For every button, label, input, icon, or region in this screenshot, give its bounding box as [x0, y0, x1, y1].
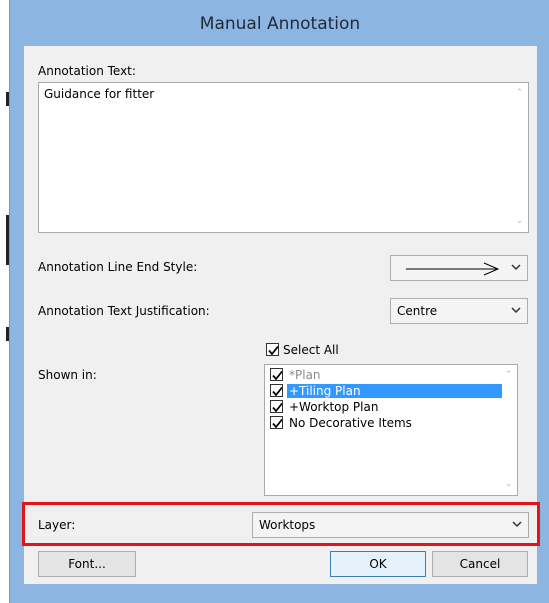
layer-dropdown[interactable]: Worktops	[252, 512, 529, 538]
annotation-text-label: Annotation Text:	[38, 64, 136, 78]
list-item[interactable]: +Worktop Plan	[267, 399, 502, 415]
textarea-scrollbar[interactable]: ⌃ ⌄	[511, 83, 528, 232]
list-item-label: +Tiling Plan	[287, 384, 502, 398]
list-item-label: *Plan	[289, 368, 321, 382]
chevron-down-icon	[511, 264, 521, 271]
list-scrollbar[interactable]: ⌃ ⌄	[500, 365, 517, 495]
checkmark-icon	[268, 345, 279, 356]
list-item[interactable]: *Plan	[267, 367, 502, 383]
chevron-down-icon	[512, 521, 522, 528]
background-strip	[0, 0, 9, 603]
scroll-down-icon[interactable]: ⌄	[504, 480, 513, 489]
text-justification-dropdown[interactable]: Centre	[390, 298, 528, 324]
checkmark-icon	[272, 418, 283, 429]
shown-in-label: Shown in:	[38, 368, 97, 382]
select-all-checkbox[interactable]	[266, 343, 279, 356]
window-title: Manual Annotation	[199, 14, 361, 34]
line-end-style-label: Annotation Line End Style:	[38, 260, 198, 274]
annotation-text-value: Guidance for fitter	[44, 87, 155, 101]
text-justification-label: Annotation Text Justification:	[38, 304, 210, 318]
scroll-up-icon[interactable]: ⌃	[515, 89, 524, 98]
checkmark-icon	[272, 370, 283, 381]
list-item-checkbox[interactable]	[270, 384, 283, 397]
checkmark-icon	[272, 402, 283, 413]
checkmark-icon	[272, 386, 283, 397]
line-end-style-dropdown[interactable]	[390, 255, 528, 281]
list-item-label: +Worktop Plan	[289, 400, 379, 414]
list-item-label: No Decorative Items	[289, 416, 412, 430]
layer-value: Worktops	[259, 518, 316, 532]
scroll-up-icon[interactable]: ⌃	[504, 371, 513, 380]
title-bar[interactable]: Manual Annotation	[10, 0, 549, 46]
select-all-label[interactable]: Select All	[283, 343, 339, 357]
scroll-down-icon[interactable]: ⌄	[515, 217, 524, 226]
dialog-body: Annotation Text: Guidance for fitter ⌃ ⌄…	[22, 46, 540, 584]
layer-label: Layer:	[38, 518, 76, 532]
chevron-down-icon	[511, 307, 521, 314]
list-item-checkbox[interactable]	[270, 400, 283, 413]
dialog-window: Manual Annotation Annotation Text: Guida…	[9, 0, 549, 603]
ok-button[interactable]: OK	[330, 551, 426, 577]
list-item[interactable]: +Tiling Plan	[267, 383, 502, 399]
arrow-line-icon	[406, 262, 500, 276]
annotation-text-input[interactable]: Guidance for fitter ⌃ ⌄	[38, 82, 529, 233]
list-item-checkbox[interactable]	[270, 416, 283, 429]
cancel-button[interactable]: Cancel	[432, 551, 528, 577]
list-item[interactable]: No Decorative Items	[267, 415, 502, 431]
list-item-checkbox[interactable]	[270, 368, 283, 381]
shown-in-list[interactable]: *Plan +Tiling Plan +Worktop Plan No Deco…	[264, 364, 518, 496]
text-justification-value: Centre	[397, 304, 438, 318]
font-button[interactable]: Font...	[38, 551, 136, 577]
